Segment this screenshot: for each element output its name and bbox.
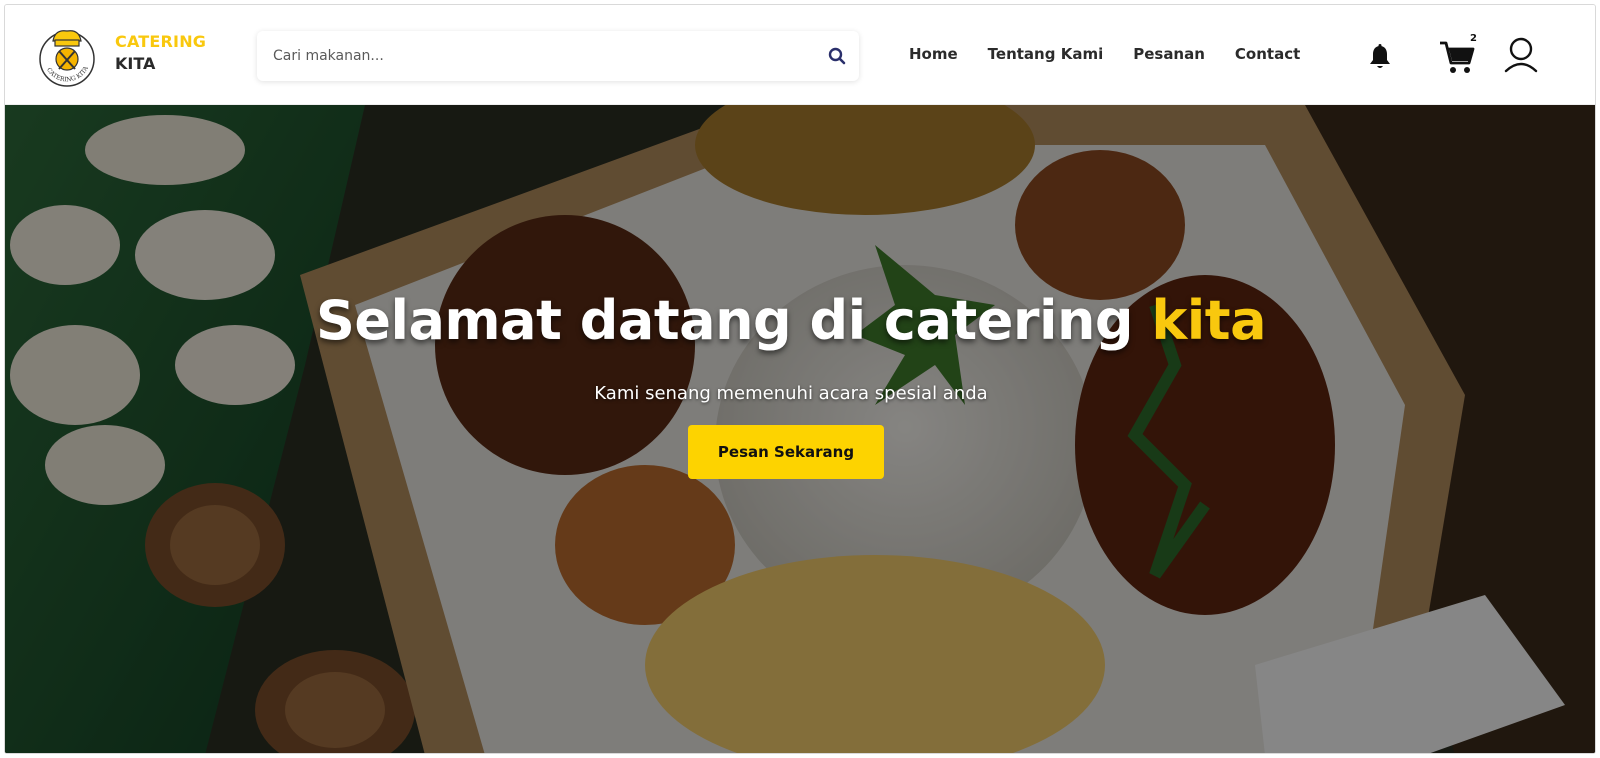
brand-line1: CATERING bbox=[115, 32, 207, 51]
hero-title-main: Selamat datang di catering bbox=[315, 289, 1152, 352]
navbar: CATERING KITA CATERING KITA Home Tentang… bbox=[5, 5, 1595, 105]
nav-home[interactable]: Home bbox=[909, 45, 958, 63]
cart-count-badge: 2 bbox=[1470, 33, 1477, 44]
search-icon[interactable] bbox=[827, 46, 847, 66]
bell-icon[interactable] bbox=[1367, 43, 1393, 71]
order-now-button[interactable]: Pesan Sekarang bbox=[688, 425, 884, 479]
main-nav: Home Tentang Kami Pesanan Contact bbox=[909, 45, 1300, 63]
brand-name[interactable]: CATERING KITA bbox=[115, 31, 206, 75]
user-icon[interactable] bbox=[1503, 35, 1539, 75]
hero-section: Selamat datang di catering kita Kami sen… bbox=[5, 105, 1595, 753]
search-input[interactable] bbox=[257, 31, 817, 81]
page-frame: CATERING KITA CATERING KITA Home Tentang… bbox=[4, 4, 1596, 754]
hero-title: Selamat datang di catering kita bbox=[5, 289, 1577, 352]
hero-title-accent: kita bbox=[1151, 289, 1267, 352]
search-bar bbox=[257, 31, 859, 81]
hero-subtitle: Kami senang memenuhi acara spesial anda bbox=[594, 383, 988, 404]
nav-tentang-kami[interactable]: Tentang Kami bbox=[988, 45, 1104, 63]
nav-pesanan[interactable]: Pesanan bbox=[1133, 45, 1205, 63]
catering-kita-logo[interactable]: CATERING KITA bbox=[33, 21, 101, 89]
brand-line2: KITA bbox=[115, 54, 156, 73]
nav-contact[interactable]: Contact bbox=[1235, 45, 1300, 63]
